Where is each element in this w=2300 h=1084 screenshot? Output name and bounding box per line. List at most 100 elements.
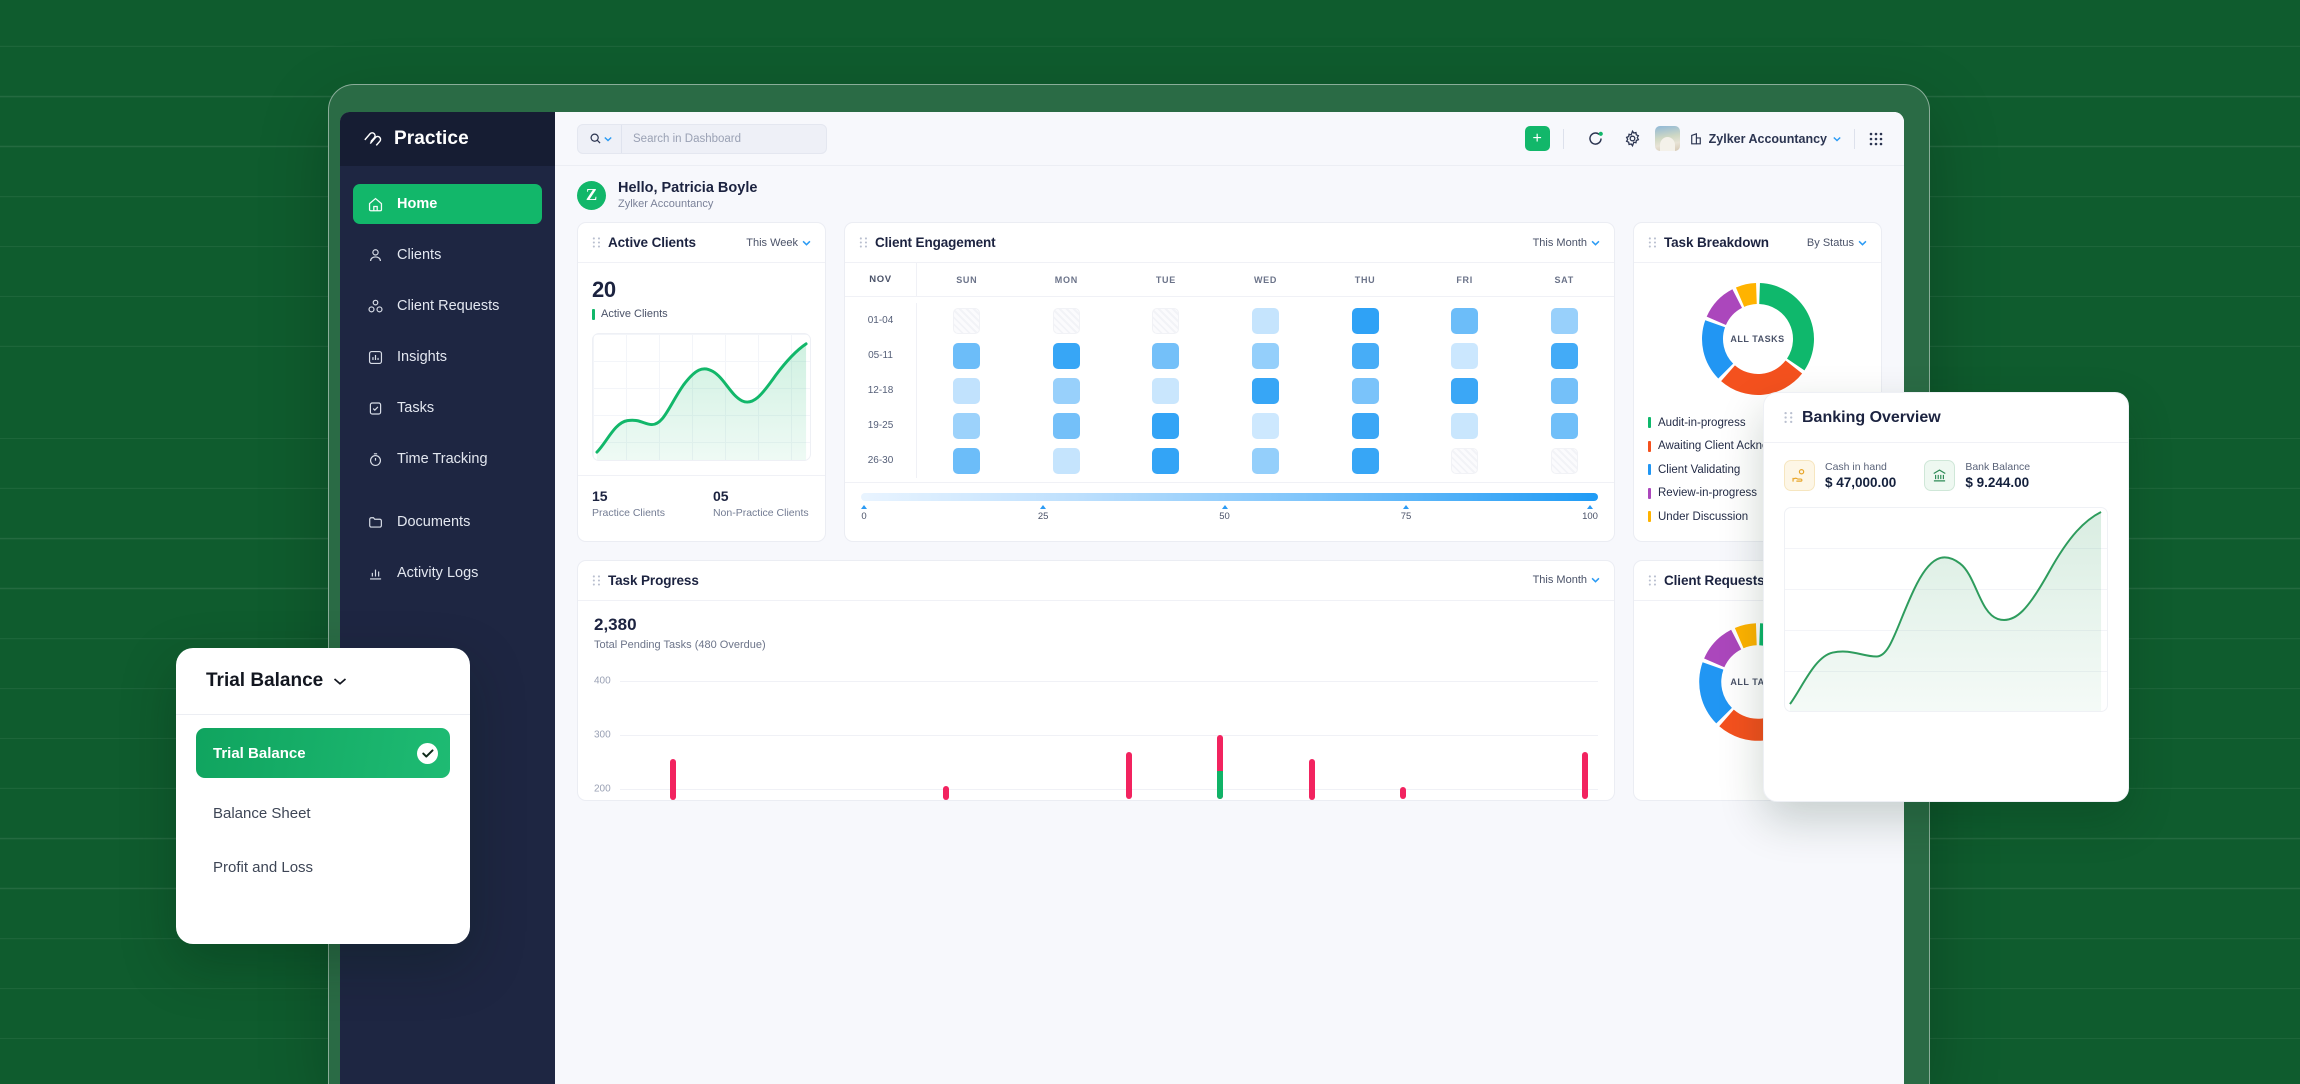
heatmap-gradient-bar [861, 493, 1598, 501]
sidebar-nav: Home Clients Client Requests [340, 166, 555, 593]
trial-balance-header[interactable]: Trial Balance [176, 648, 470, 715]
heatmap-cell[interactable] [1352, 448, 1379, 474]
heatmap-cell[interactable] [1551, 308, 1578, 334]
bar[interactable] [1400, 787, 1406, 799]
banking-area-chart [1784, 507, 2108, 712]
heatmap-cell[interactable] [1152, 448, 1179, 474]
card-filter-active-clients[interactable]: This Week [746, 237, 811, 249]
search-input[interactable]: Search in Dashboard [577, 124, 827, 154]
heatmap-cell-wrap [1017, 413, 1117, 439]
drag-handle-icon[interactable] [1648, 575, 1657, 586]
sidebar-item-activity-logs[interactable]: Activity Logs [353, 553, 542, 593]
sidebar-item-label: Home [397, 196, 437, 212]
heatmap-cell[interactable] [1551, 343, 1578, 369]
sidebar-item-clients[interactable]: Clients [353, 235, 542, 275]
bar-chart-icon [367, 565, 384, 582]
heatmap-cell[interactable] [1451, 413, 1478, 439]
heatmap-cell[interactable] [1451, 308, 1478, 334]
sidebar-item-time-tracking[interactable]: Time Tracking [353, 439, 542, 479]
heatmap-cell[interactable] [1551, 413, 1578, 439]
sidebar-item-tasks[interactable]: Tasks [353, 388, 542, 428]
heatmap-cell[interactable] [1053, 308, 1080, 334]
heatmap-day-label: WED [1216, 275, 1316, 285]
search-scope-selector[interactable] [578, 125, 622, 153]
card-filter-task-progress[interactable]: This Month [1533, 574, 1600, 586]
heatmap-cell[interactable] [953, 448, 980, 474]
banking-overview-panel: Banking Overview Cash in hand $ 47,000.0… [1763, 392, 2129, 802]
card-filter-task-breakdown[interactable]: By Status [1807, 237, 1867, 249]
heatmap-cell[interactable] [1152, 343, 1179, 369]
chevron-down-icon [333, 677, 347, 686]
chevron-down-icon [1858, 240, 1867, 246]
gear-icon[interactable] [1623, 129, 1642, 148]
heatmap-cell[interactable] [1352, 413, 1379, 439]
sidebar-item-client-requests[interactable]: Client Requests [353, 286, 542, 326]
heatmap-day-label: TUE [1116, 275, 1216, 285]
drag-handle-icon[interactable] [592, 575, 601, 586]
heatmap-cell-wrap [1415, 378, 1515, 404]
heatmap-cell[interactable] [1053, 378, 1080, 404]
area-fill [597, 344, 806, 460]
drag-handle-icon[interactable] [592, 237, 601, 248]
bar[interactable] [1217, 735, 1223, 800]
bar[interactable] [943, 786, 949, 800]
heatmap-cell[interactable] [953, 378, 980, 404]
heatmap-cell[interactable] [1252, 378, 1279, 404]
trial-balance-option[interactable]: Profit and Loss [196, 842, 450, 892]
drag-handle-icon[interactable] [859, 237, 868, 248]
heatmap-cell[interactable] [1551, 448, 1578, 474]
heatmap-cell[interactable] [1252, 413, 1279, 439]
heatmap-cell[interactable] [1551, 378, 1578, 404]
heatmap-cell[interactable] [1451, 343, 1478, 369]
bank-icon [1924, 460, 1955, 491]
tick-marker [1222, 505, 1228, 509]
bar[interactable] [670, 759, 676, 800]
chevron-down-icon [1591, 240, 1600, 246]
bar[interactable] [1309, 759, 1315, 800]
trial-balance-option[interactable]: Trial Balance [196, 728, 450, 778]
sidebar-item-documents[interactable]: Documents [353, 502, 542, 542]
heatmap-cell[interactable] [1352, 308, 1379, 334]
y-axis-tick-label: 200 [594, 783, 611, 794]
heatmap-cell[interactable] [1451, 448, 1478, 474]
heatmap-cell[interactable] [953, 343, 980, 369]
legend-label: Review-in-progress [1658, 487, 1757, 499]
heatmap-cell[interactable] [1451, 378, 1478, 404]
heatmap-cell-wrap [1116, 343, 1216, 369]
drag-handle-icon[interactable] [1648, 237, 1657, 248]
refresh-icon[interactable] [1586, 129, 1605, 148]
card-title: Banking Overview [1802, 409, 1941, 427]
heatmap-cell[interactable] [1053, 343, 1080, 369]
bar[interactable] [1126, 752, 1132, 800]
app-grid-icon[interactable] [1868, 131, 1884, 147]
heatmap-cell[interactable] [1352, 343, 1379, 369]
heatmap-cell[interactable] [1252, 448, 1279, 474]
footer-stat-label: Practice Clients [592, 507, 665, 519]
heatmap-cell[interactable] [1152, 308, 1179, 334]
heatmap-cell-wrap [1315, 308, 1415, 334]
avatar[interactable] [1655, 126, 1680, 151]
heatmap-cell[interactable] [953, 308, 980, 334]
card-filter-client-engagement[interactable]: This Month [1533, 237, 1600, 249]
drag-handle-icon[interactable] [1784, 411, 1793, 424]
bar[interactable] [1582, 752, 1588, 800]
add-button[interactable]: + [1525, 126, 1550, 151]
card-header: Active Clients This Week [578, 223, 825, 263]
trial-balance-option[interactable]: Balance Sheet [196, 788, 450, 838]
legend-color-swatch [1648, 464, 1651, 475]
sidebar-item-insights[interactable]: Insights [353, 337, 542, 377]
legend-label: Client Validating [1658, 464, 1740, 476]
heatmap-cell[interactable] [1352, 378, 1379, 404]
area-chart [593, 334, 810, 460]
heatmap-cell[interactable] [953, 413, 980, 439]
heatmap-cell[interactable] [1152, 413, 1179, 439]
heatmap-cell[interactable] [1053, 448, 1080, 474]
sidebar-item-home[interactable]: Home [353, 184, 542, 224]
heatmap-cell[interactable] [1252, 343, 1279, 369]
card-title: Client Engagement [875, 235, 996, 250]
heatmap-cell[interactable] [1053, 413, 1080, 439]
heatmap-cell[interactable] [1152, 378, 1179, 404]
org-switcher[interactable]: Zylker Accountancy [1689, 132, 1841, 146]
legend-label: Under Discussion [1658, 511, 1748, 523]
heatmap-cell[interactable] [1252, 308, 1279, 334]
